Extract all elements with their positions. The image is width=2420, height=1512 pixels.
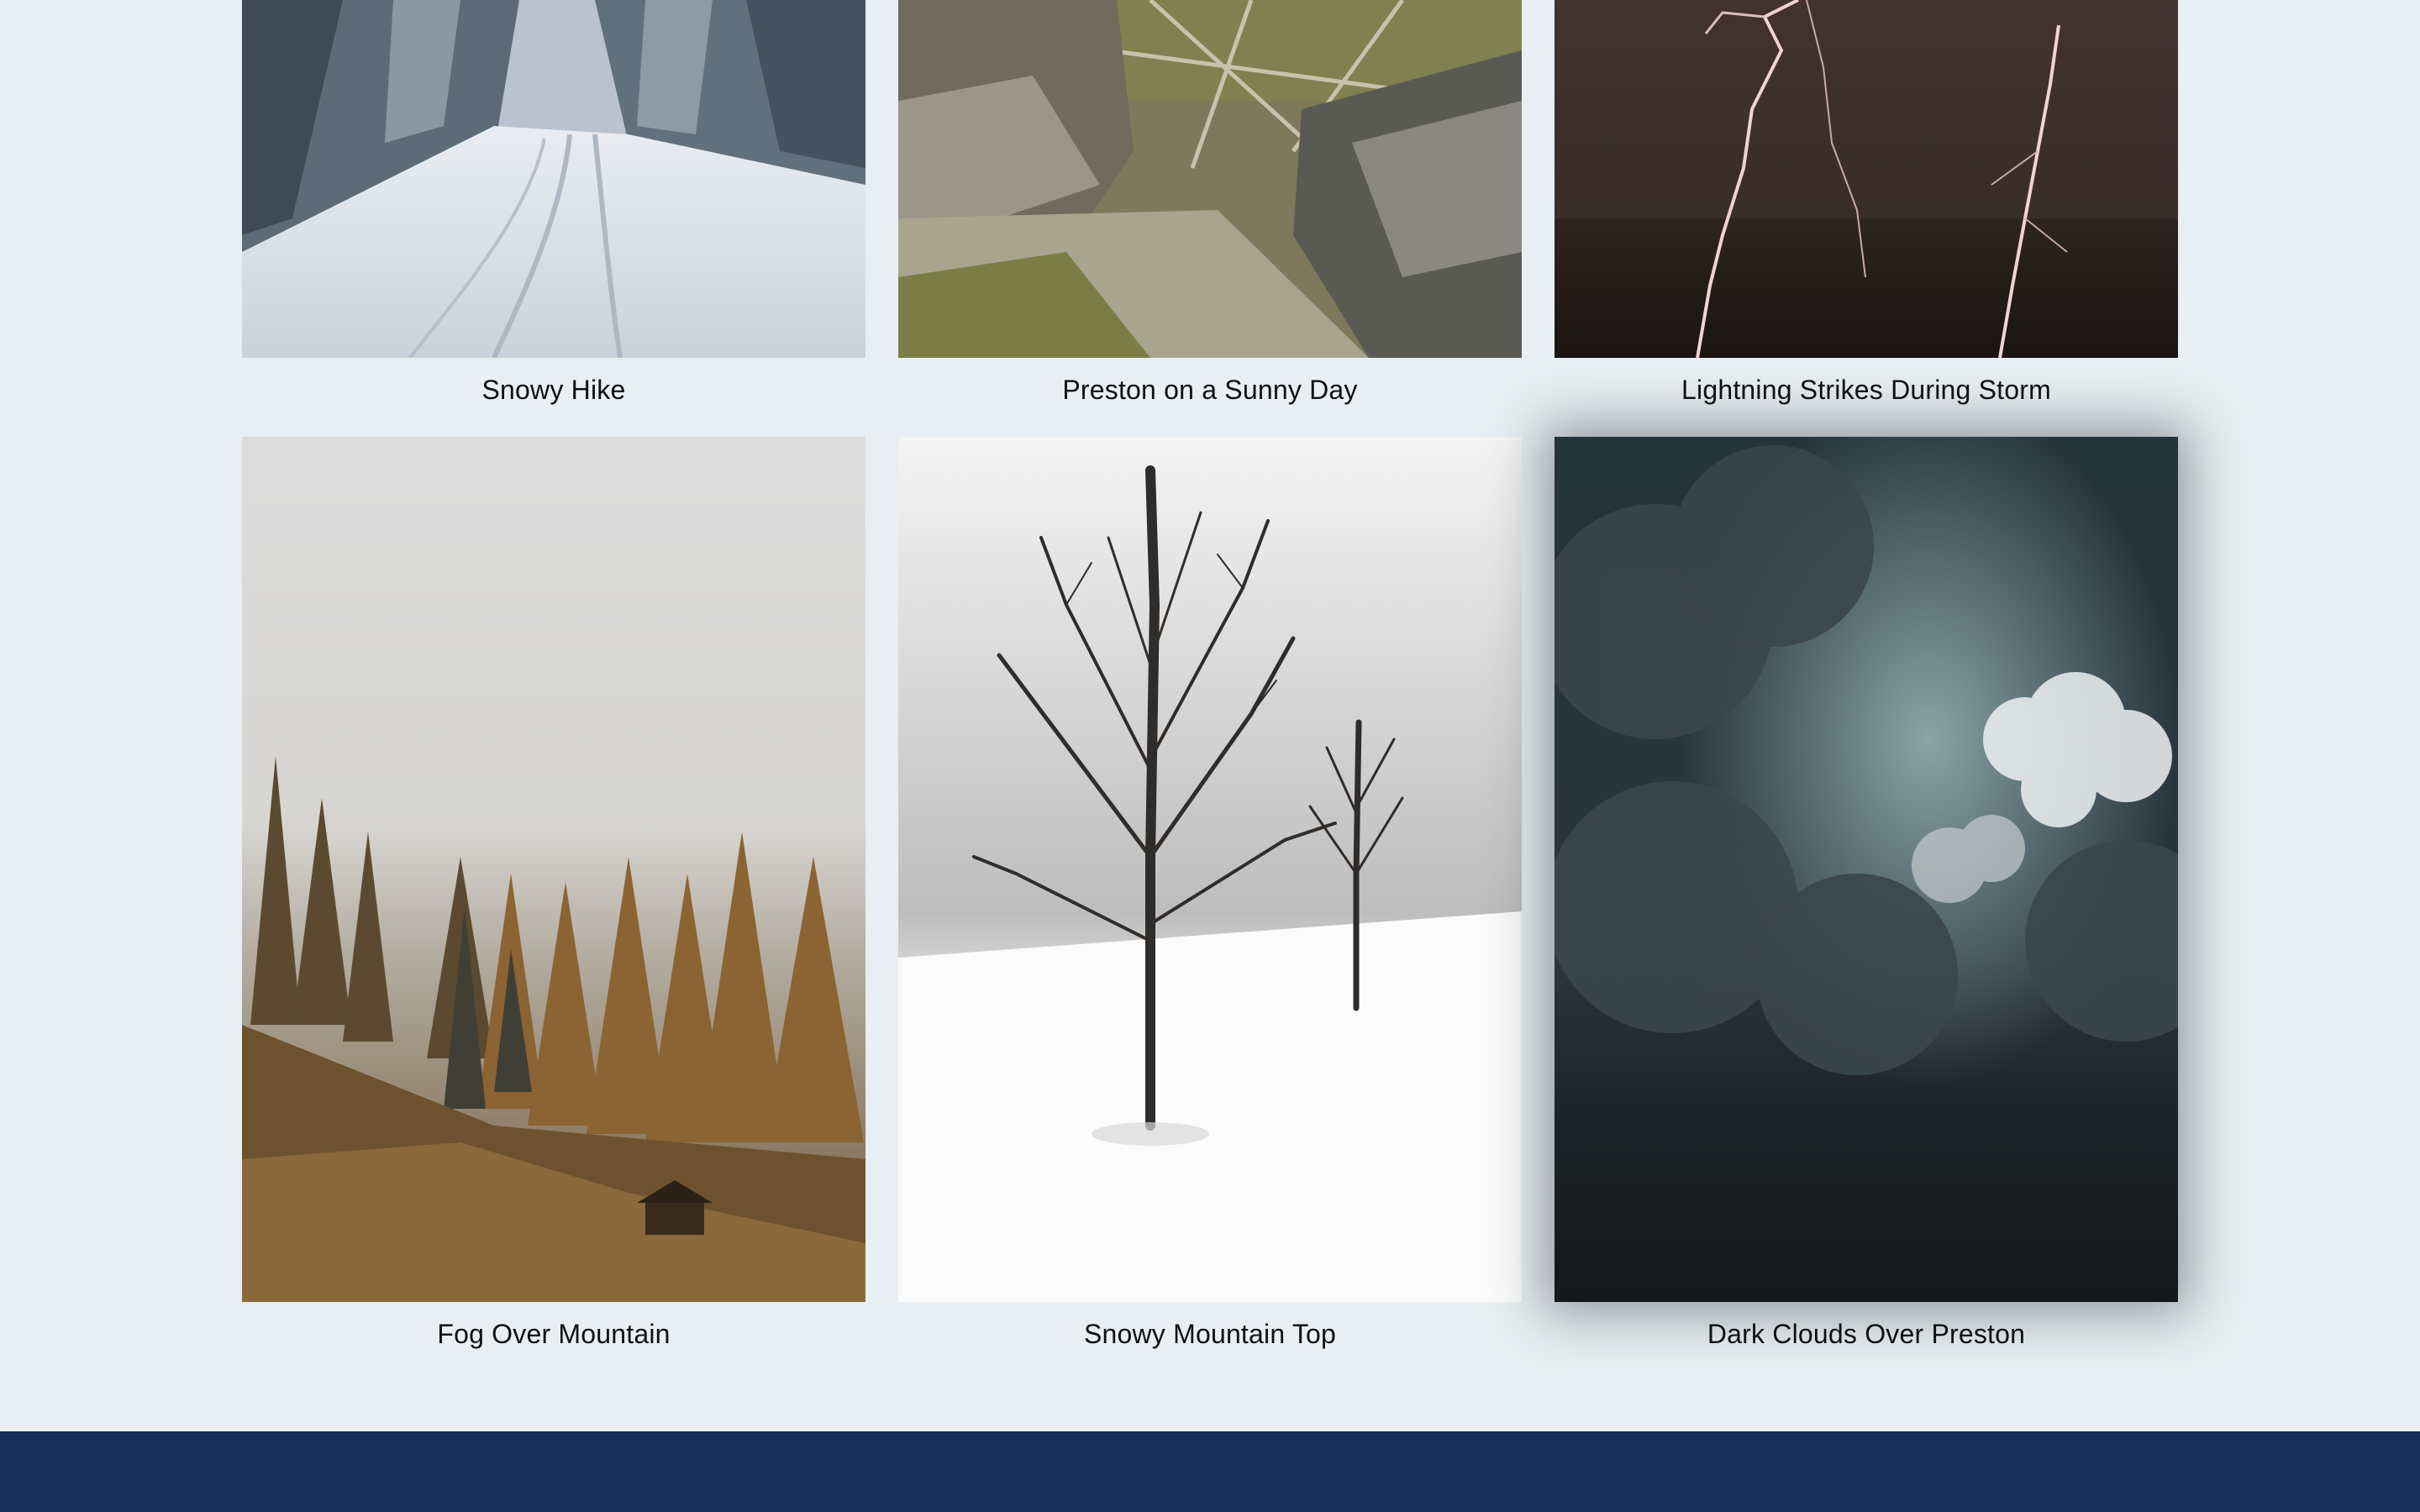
snowy-road-photo[interactable] bbox=[242, 0, 865, 358]
foggy-forest-photo[interactable] bbox=[242, 437, 865, 1302]
gallery-item-caption: Snowy Mountain Top bbox=[1083, 1319, 1337, 1349]
dark-clouds-photo[interactable] bbox=[1555, 437, 2178, 1302]
gallery-item-caption: Lightning Strikes During Storm bbox=[1681, 375, 2051, 405]
gallery-item-caption: Dark Clouds Over Preston bbox=[1707, 1319, 2026, 1349]
page-footer bbox=[0, 1431, 2420, 1512]
gallery-item-caption: Preston on a Sunny Day bbox=[1062, 375, 1358, 405]
photo-gallery: Snowy Hike Preston on a Sunny Day Lightn… bbox=[0, 0, 2420, 1431]
gallery-item-caption: Fog Over Mountain bbox=[437, 1319, 671, 1349]
rocky-valley-photo[interactable] bbox=[898, 0, 1522, 358]
bare-trees-snow-photo[interactable] bbox=[898, 437, 1522, 1302]
lightning-photo[interactable] bbox=[1555, 0, 2178, 358]
gallery-item-caption: Snowy Hike bbox=[481, 375, 626, 405]
